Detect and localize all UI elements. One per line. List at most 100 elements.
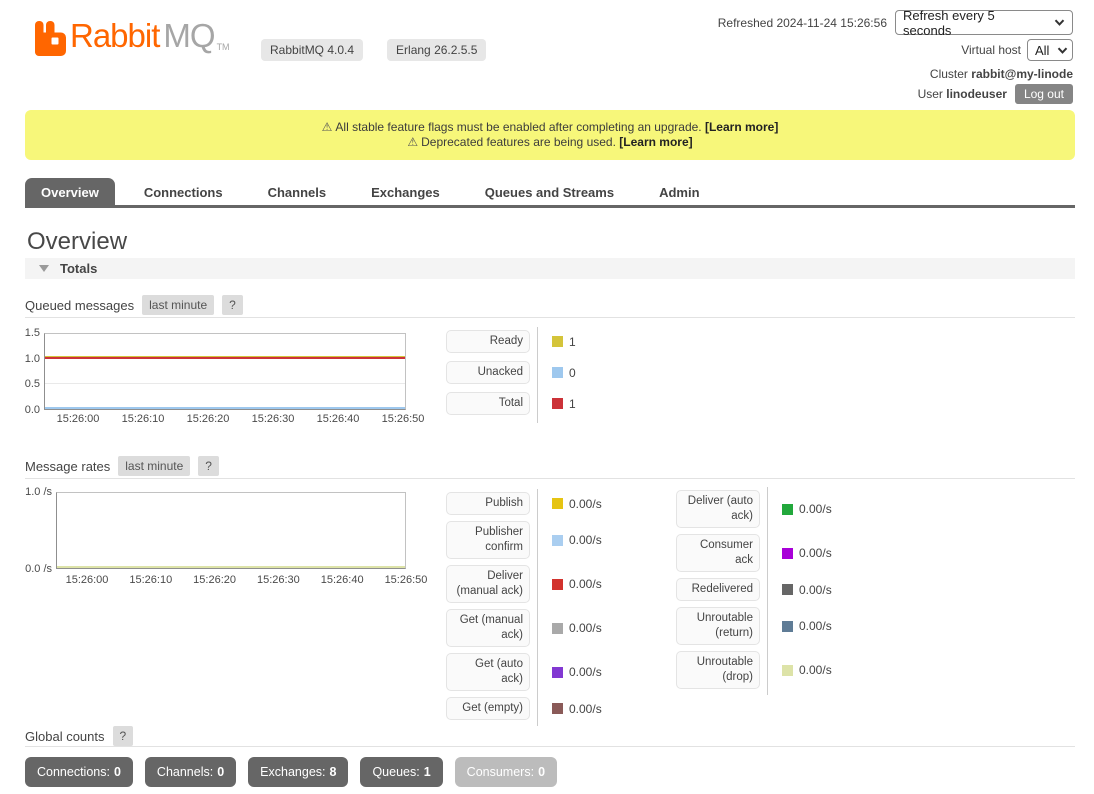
unroutable-drop-swatch [782,665,793,676]
publisher-confirm-rate: 0.00/s [569,533,602,547]
message-rates-legend-left: Publish 0.00/s Publisher confirm 0.00/s … [446,492,602,726]
legend-divider [767,487,768,695]
get-empty-rate: 0.00/s [569,702,602,716]
rates-chart-x-axis: 15:26:0015:26:1015:26:2015:26:3015:26:40… [57,574,436,586]
exchanges-count-value: 8 [330,765,337,779]
x-tick-label: 15:26:20 [178,413,238,425]
virtual-host-row: Virtual host All [961,39,1073,61]
legend-row-consumer-ack: Consumer ack 0.00/s [676,534,832,572]
series-line-unroutable-drop- [57,566,405,568]
rates-help-icon[interactable]: ? [198,456,219,476]
cluster-row: Cluster rabbit@my-linode [930,67,1073,81]
exchanges-count-label: Exchanges: [260,765,325,779]
totals-section-header[interactable]: Totals [25,258,1075,279]
deliver-manual-ack-rate: 0.00/s [569,577,602,591]
global-counts-help-icon[interactable]: ? [113,726,134,746]
channels-count-value: 0 [217,765,224,779]
legend-label: Unroutable (return) [676,607,760,645]
refresh-interval-value: Refresh every 5 seconds [903,8,1046,38]
virtual-host-select[interactable]: All [1027,39,1073,61]
warning-icon: ⚠ [322,120,333,134]
tab-overview[interactable]: Overview [25,178,115,205]
deliver-manual-ack-swatch [552,579,563,590]
queued-range-badge[interactable]: last minute [142,295,214,315]
x-tick-label: 15:26:20 [185,574,245,586]
queued-messages-title-row: Queued messages last minute ? [25,295,243,315]
gridline [45,383,405,384]
unacked-swatch [552,367,563,378]
legend-label: Unacked [446,361,530,384]
tab-connections[interactable]: Connections [128,178,239,205]
rabbitmq-logo[interactable]: RabbitMQ TM [35,18,230,56]
refresh-interval-select[interactable]: Refresh every 5 seconds [895,10,1073,35]
connections-count-label: Connections: [37,765,110,779]
legend-row-publish: Publish 0.00/s [446,492,602,515]
cluster-name: rabbit@my-linode [971,67,1073,81]
legend-label: Ready [446,330,530,353]
virtual-host-value: All [1035,43,1049,58]
consumer-ack-rate: 0.00/s [799,546,832,560]
consumers-count-value: 0 [538,765,545,779]
x-tick-label: 15:26:00 [48,413,108,425]
global-count-buttons: Connections:0 Channels:0 Exchanges:8 Que… [25,757,557,787]
user-name: linodeuser [946,87,1007,101]
x-tick-label: 15:26:40 [312,574,372,586]
x-tick-label: 15:26:10 [121,574,181,586]
consumers-count-label: Consumers: [467,765,534,779]
channels-count-label: Channels: [157,765,213,779]
learn-more-link-2[interactable]: [Learn more] [619,135,692,149]
section-divider [25,317,1075,318]
tab-queues-and-streams[interactable]: Queues and Streams [469,178,630,205]
exchanges-count-button[interactable]: Exchanges: 8 [248,757,348,787]
collapse-triangle-icon [39,265,49,272]
y-tick-label: 0.0 /s [25,563,52,575]
queues-count-button[interactable]: Queues:1 [360,757,442,787]
total-swatch [552,398,563,409]
legend-label: Unroutable (drop) [676,651,760,689]
logout-button[interactable]: Log out [1015,84,1073,104]
totals-label: Totals [60,261,97,276]
rates-range-badge[interactable]: last minute [118,456,190,476]
global-counts-title: Global counts [25,729,105,744]
legend-row-deliver-manual-ack: Deliver (manual ack) 0.00/s [446,565,602,603]
x-tick-label: 15:26:40 [308,413,368,425]
publish-rate: 0.00/s [569,497,602,511]
cluster-label: Cluster [930,67,968,81]
legend-label: Get (auto ack) [446,653,530,691]
learn-more-link-1[interactable]: [Learn more] [705,120,778,134]
queues-count-label: Queues: [372,765,419,779]
legend-label: Redelivered [676,578,760,601]
tab-admin[interactable]: Admin [643,178,715,205]
y-tick-label: 0.0 [25,404,40,416]
legend-label: Deliver (manual ack) [446,565,530,603]
channels-count-button[interactable]: Channels: 0 [145,757,236,787]
refreshed-timestamp: Refreshed 2024-11-24 15:26:56 [718,16,887,30]
get-auto-ack-rate: 0.00/s [569,665,602,679]
user-row: User linodeuser Log out [918,84,1073,104]
legend-row-get-auto-ack: Get (auto ack) 0.00/s [446,653,602,691]
tab-channels[interactable]: Channels [252,178,343,205]
chevron-down-icon [1054,19,1065,26]
section-divider [25,478,1075,479]
get-manual-ack-rate: 0.00/s [569,621,602,635]
series-line-total [45,357,405,359]
y-tick-label: 0.5 [25,378,40,390]
tab-exchanges[interactable]: Exchanges [355,178,456,205]
queued-chart-y-axis: 1.51.00.50.0 [4,333,40,410]
legend-row-ready: Ready 1 [446,330,576,353]
redelivered-swatch [782,584,793,595]
connections-count-button[interactable]: Connections:0 [25,757,133,787]
legend-row-get-empty: Get (empty) 0.00/s [446,697,602,720]
queued-messages-chart [44,333,406,410]
legend-label: Get (manual ack) [446,609,530,647]
unroutable-return-rate: 0.00/s [799,619,832,633]
x-tick-label: 15:26:30 [243,413,303,425]
queued-help-icon[interactable]: ? [222,295,243,315]
ready-swatch [552,336,563,347]
publisher-confirm-swatch [552,535,563,546]
version-badges: RabbitMQ 4.0.4 Erlang 26.2.5.5 [261,39,486,61]
legend-label: Publisher confirm [446,521,530,559]
get-auto-ack-swatch [552,667,563,678]
publish-swatch [552,498,563,509]
unacked-value: 0 [569,366,576,380]
